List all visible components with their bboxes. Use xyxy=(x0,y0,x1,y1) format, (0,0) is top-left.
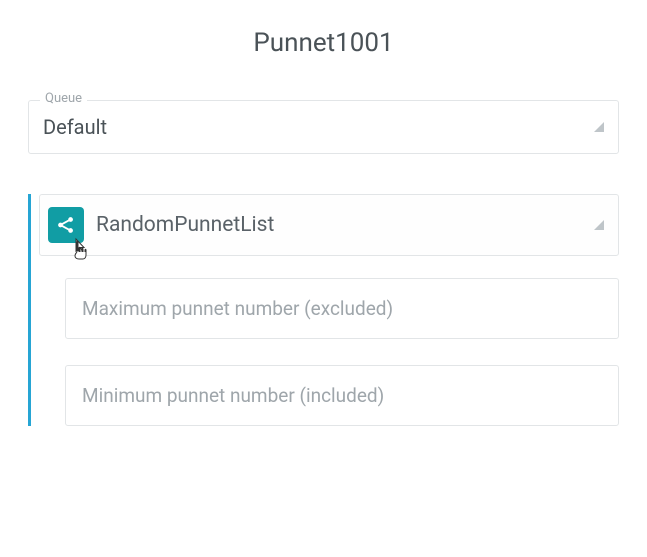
dropdown-triangle-icon xyxy=(594,220,604,230)
share-icon xyxy=(48,207,84,243)
max-punnet-input[interactable]: Maximum punnet number (excluded) xyxy=(65,278,619,339)
component-name: RandomPunnetList xyxy=(96,213,594,237)
queue-field: Queue Default xyxy=(28,100,619,154)
input-placeholder: Minimum punnet number (included) xyxy=(82,384,384,407)
queue-select[interactable]: Default xyxy=(28,100,619,154)
component-header[interactable]: RandomPunnetList xyxy=(39,194,619,256)
dropdown-triangle-icon xyxy=(594,122,604,132)
component-block: RandomPunnetList Maximum punnet number (… xyxy=(28,194,619,426)
page-title: Punnet1001 xyxy=(28,28,619,58)
input-placeholder: Maximum punnet number (excluded) xyxy=(82,297,393,320)
queue-value: Default xyxy=(43,115,107,139)
min-punnet-input[interactable]: Minimum punnet number (included) xyxy=(65,365,619,426)
queue-label: Queue xyxy=(40,91,87,106)
component-fields: Maximum punnet number (excluded) Minimum… xyxy=(39,278,619,426)
